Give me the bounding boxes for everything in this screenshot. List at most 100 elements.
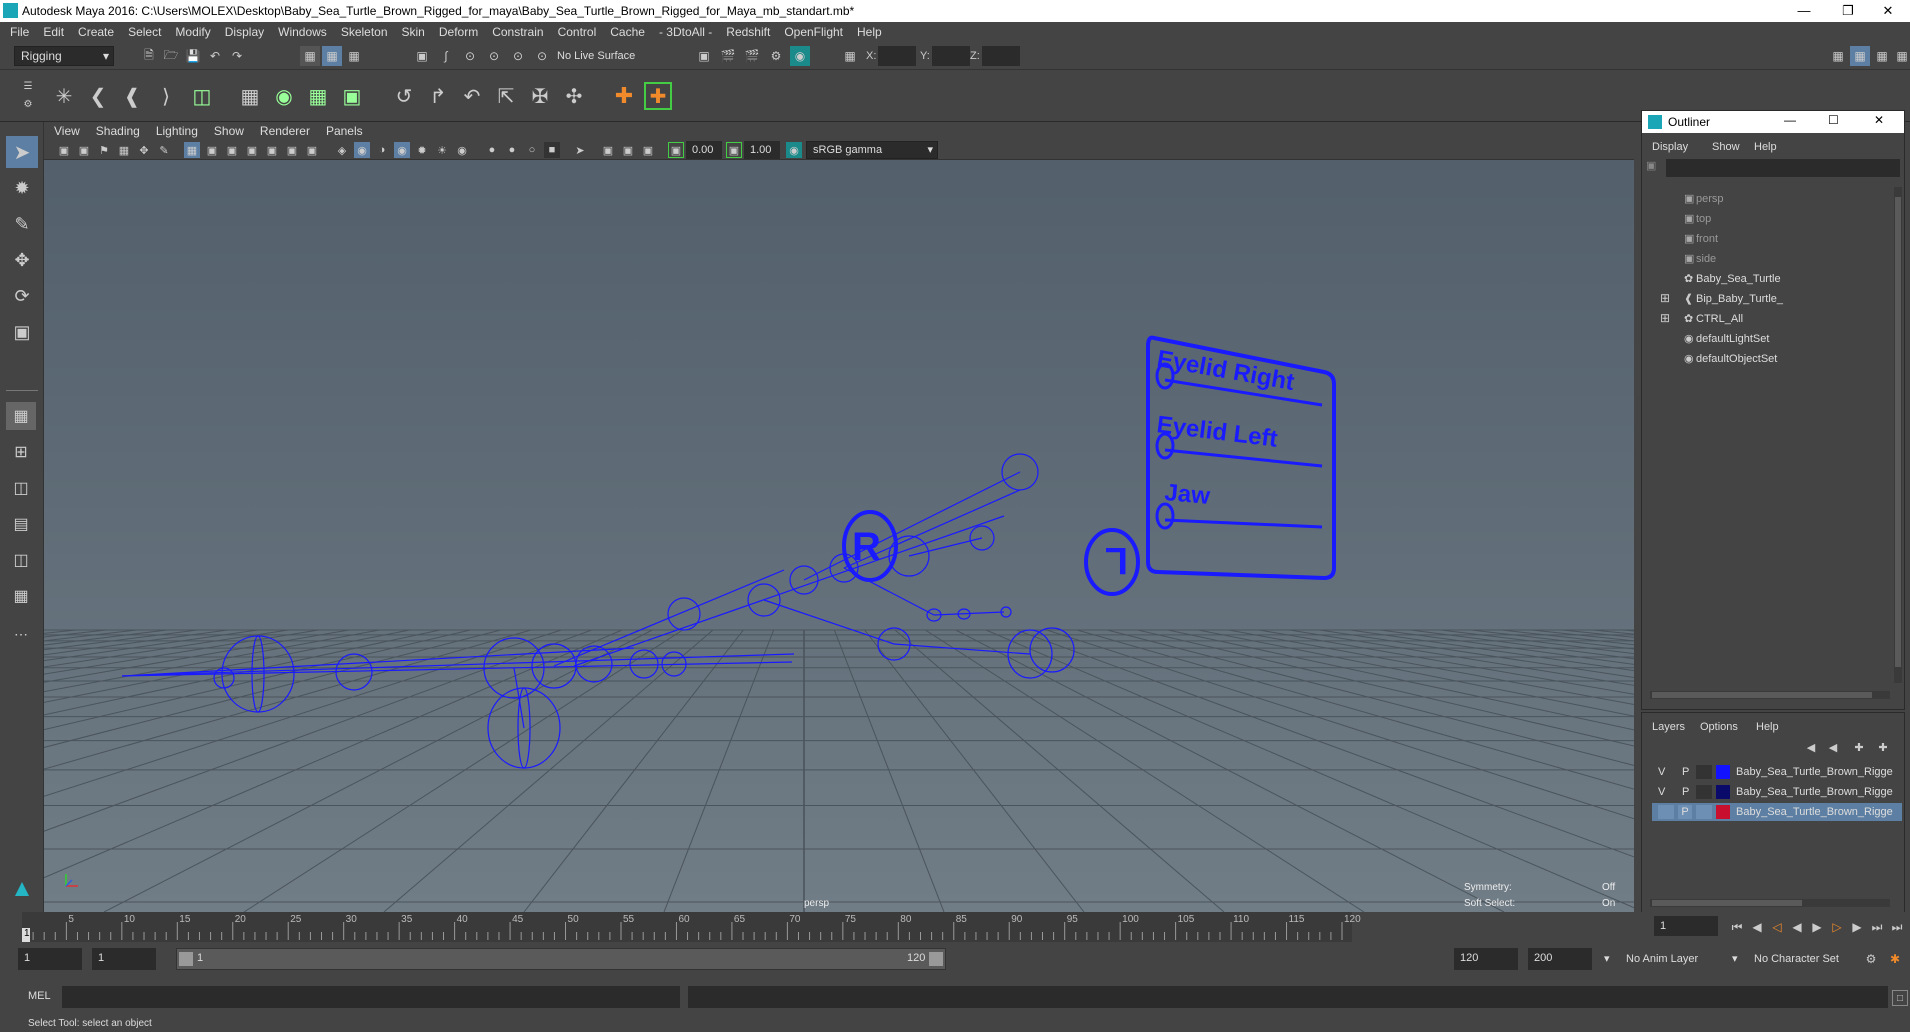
character-set-dropdown[interactable]: ▾ No Character Set — [1732, 948, 1856, 970]
outliner-close-icon[interactable]: ✕ — [1874, 113, 1884, 127]
range-start-handle[interactable] — [179, 952, 193, 966]
attribute-editor-toggle-icon[interactable]: ▦ — [1850, 46, 1870, 66]
xray-joints-icon[interactable]: ▣ — [600, 142, 616, 158]
outliner-item[interactable]: ▣ top — [1646, 209, 1896, 229]
menu-control[interactable]: Control — [558, 25, 597, 39]
textured-icon[interactable]: ◉ — [394, 142, 410, 158]
outliner-item[interactable]: ▣ front — [1646, 229, 1896, 249]
script-editor-icon[interactable]: □ — [1892, 990, 1908, 1006]
viewport-menu-panels[interactable]: Panels — [326, 124, 363, 138]
time-ruler[interactable]: 5 10 15 20 25 30 35 40 45 50 55 60 65 70 75 80 85 90 95 100… — [22, 912, 1662, 942]
grid-toggle-icon[interactable]: ▦ — [184, 142, 200, 158]
layer-name[interactable]: Baby_Sea_Turtle_Brown_Rigge — [1736, 803, 1893, 821]
resolution-gate-icon[interactable]: ▣ — [224, 142, 240, 158]
move-layer-down-icon[interactable]: ◀ — [1824, 739, 1842, 755]
step-forward-frame-icon[interactable]: ▷ — [1828, 918, 1846, 936]
single-pane-layout-icon[interactable]: ▦ — [6, 402, 36, 430]
ik-handle-icon[interactable]: ⟩ — [152, 82, 180, 110]
command-input[interactable] — [62, 986, 680, 1008]
spine-joint-5[interactable] — [629, 649, 659, 679]
film-gate-icon[interactable]: ▣ — [204, 142, 220, 158]
persp-outliner-layout-icon[interactable]: ▦ — [6, 582, 36, 610]
end-time-field[interactable]: 120 — [1454, 948, 1518, 970]
select-object-icon[interactable]: ▦ — [322, 46, 342, 66]
bind-skin-icon[interactable]: ▦ — [236, 82, 264, 110]
channel-box-toggle-icon[interactable]: ▦ — [1894, 46, 1910, 66]
bookmark-icon[interactable]: ⚑ — [96, 142, 112, 158]
minimize-icon[interactable]: — — [1782, 0, 1826, 22]
select-component-icon[interactable]: ▦ — [344, 46, 364, 66]
layer-color-swatch[interactable] — [1716, 785, 1730, 799]
grease-pencil-icon[interactable]: ✎ — [156, 142, 172, 158]
range-slider-bar[interactable]: 1 120 — [176, 948, 946, 970]
menu-modify[interactable]: Modify — [175, 25, 210, 39]
locator-icon[interactable]: ✚ — [610, 82, 638, 110]
animation-start-field[interactable]: 1 — [92, 948, 156, 970]
rotate-tool-icon[interactable]: ⟳ — [6, 280, 38, 312]
paint-weights-icon[interactable]: ◉ — [270, 82, 298, 110]
layer-row-selected[interactable]: P Baby_Sea_Turtle_Brown_Rigge — [1652, 803, 1902, 821]
layer-row[interactable]: V P Baby_Sea_Turtle_Brown_Rigge — [1652, 763, 1902, 781]
layer-playback-toggle[interactable]: P — [1678, 805, 1692, 819]
image-plane-icon[interactable]: ▦ — [116, 142, 132, 158]
x-field[interactable] — [878, 46, 916, 66]
menu-edit[interactable]: Edit — [43, 25, 64, 39]
safe-action-icon[interactable]: ▣ — [284, 142, 300, 158]
perspective-viewport[interactable]: R L Eyelid Right Eyelid Left Jaw persp S… — [44, 160, 1634, 912]
outliner-menu-help[interactable]: Help — [1754, 141, 1777, 153]
step-back-key-icon[interactable]: ◀ — [1748, 918, 1766, 936]
isolate-select-icon[interactable]: ■ — [544, 142, 560, 158]
color-management-icon[interactable]: ◉ — [786, 142, 802, 158]
layer-row[interactable]: V P Baby_Sea_Turtle_Brown_Rigge — [1652, 783, 1902, 801]
step-back-frame-icon[interactable]: ◁ — [1768, 918, 1786, 936]
front-flipper-bone-4[interactable] — [763, 599, 895, 645]
live-surface-icon[interactable]: ⊙ — [532, 46, 552, 66]
turtle-skeleton[interactable] — [121, 335, 1336, 769]
hypershade-icon[interactable]: ◉ — [790, 46, 810, 66]
layer-display-type[interactable] — [1696, 785, 1712, 799]
cluster-icon[interactable]: ▣ — [338, 82, 366, 110]
wireframe-icon[interactable]: ◈ — [334, 142, 350, 158]
layers-horizontal-scrollbar[interactable] — [1650, 899, 1890, 907]
menu-set-dropdown[interactable]: Rigging ▾ — [14, 46, 114, 66]
expand-icon[interactable]: ⊞ — [1660, 311, 1670, 325]
menu-skin[interactable]: Skin — [402, 25, 425, 39]
side-by-side-layout-icon[interactable]: ◫ — [6, 474, 36, 502]
menu-skeleton[interactable]: Skeleton — [341, 25, 388, 39]
outliner-item[interactable]: ▣ side — [1646, 249, 1896, 269]
menu-cache[interactable]: Cache — [610, 25, 645, 39]
aim-constraint-icon[interactable]: ↱ — [424, 82, 452, 110]
scale-tool-icon[interactable]: ▣ — [6, 316, 38, 348]
pole-vector-icon[interactable]: ✣ — [560, 82, 588, 110]
exposure-toggle-icon[interactable]: ▣ — [668, 142, 684, 158]
gamma-field[interactable]: 1.00 — [744, 141, 780, 159]
smooth-shade-icon[interactable]: ◉ — [354, 142, 370, 158]
exposure-field[interactable]: 0.00 — [686, 141, 722, 159]
start-time-field[interactable]: 1 — [18, 948, 82, 970]
menu-openflight[interactable]: OpenFlight — [784, 25, 843, 39]
render-frame-icon[interactable]: 🎬 — [718, 46, 738, 66]
undo-icon[interactable]: ↶ — [206, 46, 224, 66]
layer-playback-toggle[interactable]: P — [1682, 783, 1689, 801]
neck-bone-2[interactable] — [573, 515, 1005, 667]
outliner-maximize-icon[interactable]: ☐ — [1828, 113, 1839, 127]
open-scene-icon[interactable]: 🗁 — [162, 46, 180, 66]
outliner-menu-show[interactable]: Show — [1712, 141, 1740, 153]
go-to-start-icon[interactable]: ⏮ — [1728, 918, 1746, 936]
menu-display[interactable]: Display — [225, 25, 264, 39]
jaw-slider-handle[interactable] — [1155, 502, 1175, 530]
menu-create[interactable]: Create — [78, 25, 114, 39]
outliner-vertical-scrollbar[interactable] — [1894, 187, 1902, 683]
xray-icon[interactable]: ➤ — [572, 142, 588, 158]
depth-of-field-icon[interactable]: ○ — [524, 142, 540, 158]
2d-pan-zoom-icon[interactable]: ✥ — [136, 142, 152, 158]
neck-joint-1[interactable] — [667, 597, 701, 631]
viewport-menu-show[interactable]: Show — [214, 124, 244, 138]
camera-select-icon[interactable]: ▣ — [56, 142, 72, 158]
layer-visibility-toggle[interactable] — [1658, 805, 1674, 819]
select-hierarchy-icon[interactable]: ▦ — [300, 46, 320, 66]
auto-key-icon[interactable]: ⚙ — [1862, 950, 1880, 968]
new-empty-layer-icon[interactable]: ✚ — [1850, 739, 1868, 755]
script-language-toggle[interactable]: MEL — [28, 990, 51, 1002]
scale-constraint-icon[interactable]: ⇱ — [492, 82, 520, 110]
